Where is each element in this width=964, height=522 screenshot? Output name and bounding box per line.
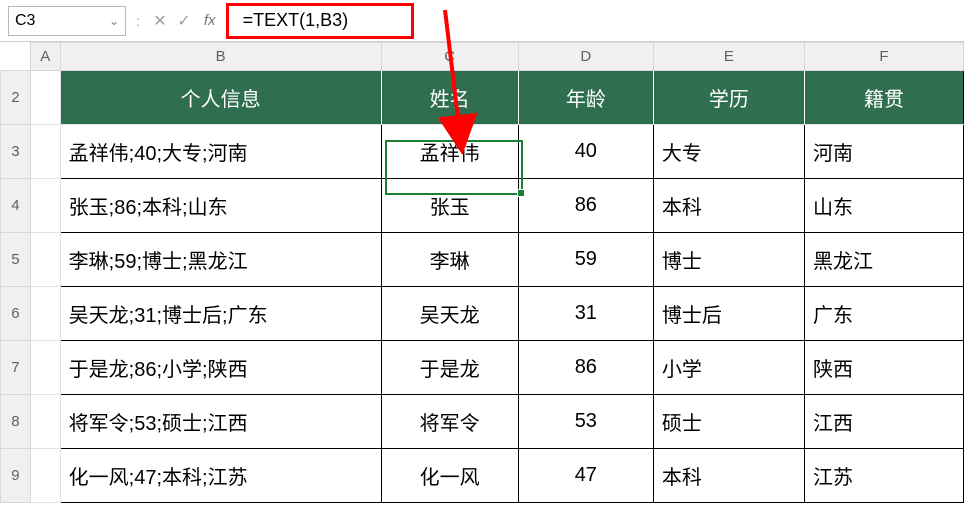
cell[interactable]: 江苏 [804, 449, 963, 503]
accept-icon[interactable]: ✓ [174, 11, 194, 31]
cell[interactable]: 小学 [653, 341, 804, 395]
cell[interactable] [30, 233, 60, 287]
cell[interactable]: 53 [518, 395, 653, 449]
table-row: 3 孟祥伟;40;大专;河南 孟祥伟 40 大专 河南 [1, 125, 964, 179]
header-cell[interactable]: 籍贯 [804, 71, 963, 125]
row-header[interactable]: 3 [1, 125, 31, 179]
row-header[interactable]: 8 [1, 395, 31, 449]
cell[interactable]: 化一风 [381, 449, 518, 503]
cell[interactable]: 河南 [804, 125, 963, 179]
cell[interactable]: 张玉;86;本科;山东 [60, 179, 381, 233]
cell[interactable]: 硕士 [653, 395, 804, 449]
cell[interactable]: 山东 [804, 179, 963, 233]
cell[interactable]: 86 [518, 341, 653, 395]
cell[interactable] [30, 71, 60, 125]
row-header[interactable]: 7 [1, 341, 31, 395]
col-header[interactable]: D [518, 43, 653, 71]
spreadsheet-table[interactable]: A B C D E F 2 个人信息 姓名 年龄 学历 籍贯 3 孟祥伟;40;… [0, 42, 964, 503]
row-header[interactable]: 4 [1, 179, 31, 233]
table-row: 7 于是龙;86;小学;陕西 于是龙 86 小学 陕西 [1, 341, 964, 395]
cell[interactable]: 化一风;47;本科;江苏 [60, 449, 381, 503]
cell[interactable]: 大专 [653, 125, 804, 179]
header-cell[interactable]: 个人信息 [60, 71, 381, 125]
cell[interactable]: 张玉 [381, 179, 518, 233]
header-cell[interactable]: 学历 [653, 71, 804, 125]
cell[interactable]: 黑龙江 [804, 233, 963, 287]
col-header[interactable]: F [804, 43, 963, 71]
header-cell[interactable]: 年龄 [518, 71, 653, 125]
cell-active[interactable]: 孟祥伟 [381, 125, 518, 179]
cell[interactable]: 博士 [653, 233, 804, 287]
row-header[interactable]: 6 [1, 287, 31, 341]
formula-bar: C3 ⌄ : ✕ ✓ fx =TEXT(1,B3) [0, 0, 964, 42]
cell[interactable]: 李琳;59;博士;黑龙江 [60, 233, 381, 287]
row-header[interactable]: 5 [1, 233, 31, 287]
cell[interactable]: 广东 [804, 287, 963, 341]
cell[interactable] [30, 449, 60, 503]
cell[interactable]: 59 [518, 233, 653, 287]
grid-area: A B C D E F 2 个人信息 姓名 年龄 学历 籍贯 3 孟祥伟;40;… [0, 42, 964, 503]
cell[interactable] [30, 341, 60, 395]
col-header[interactable]: E [653, 43, 804, 71]
cell[interactable]: 47 [518, 449, 653, 503]
row-header[interactable]: 2 [1, 71, 31, 125]
table-row: 9 化一风;47;本科;江苏 化一风 47 本科 江苏 [1, 449, 964, 503]
table-row: 4 张玉;86;本科;山东 张玉 86 本科 山东 [1, 179, 964, 233]
cell[interactable]: 本科 [653, 449, 804, 503]
cell[interactable]: 江西 [804, 395, 963, 449]
table-row: 6 吴天龙;31;博士后;广东 吴天龙 31 博士后 广东 [1, 287, 964, 341]
fx-icon[interactable]: fx [204, 12, 216, 29]
separator: : [136, 13, 140, 29]
col-header[interactable]: C [381, 43, 518, 71]
cell[interactable]: 吴天龙;31;博士后;广东 [60, 287, 381, 341]
cell[interactable]: 40 [518, 125, 653, 179]
cell[interactable]: 本科 [653, 179, 804, 233]
name-box-value: C3 [15, 12, 35, 30]
cell[interactable]: 吴天龙 [381, 287, 518, 341]
cell[interactable]: 孟祥伟;40;大专;河南 [60, 125, 381, 179]
cell[interactable] [30, 395, 60, 449]
formula-text: =TEXT(1,B3) [243, 10, 349, 31]
header-cell[interactable]: 姓名 [381, 71, 518, 125]
chevron-down-icon: ⌄ [109, 14, 119, 28]
name-box[interactable]: C3 ⌄ [8, 6, 126, 36]
cell[interactable]: 将军令;53;硕士;江西 [60, 395, 381, 449]
cell[interactable] [30, 287, 60, 341]
cell[interactable]: 于是龙 [381, 341, 518, 395]
cancel-icon[interactable]: ✕ [150, 11, 170, 31]
cell[interactable]: 于是龙;86;小学;陕西 [60, 341, 381, 395]
table-row: 5 李琳;59;博士;黑龙江 李琳 59 博士 黑龙江 [1, 233, 964, 287]
col-header[interactable]: B [60, 43, 381, 71]
cell[interactable]: 李琳 [381, 233, 518, 287]
formula-input[interactable]: =TEXT(1,B3) [226, 3, 414, 39]
cell[interactable] [30, 125, 60, 179]
cell[interactable]: 将军令 [381, 395, 518, 449]
row-header[interactable]: 9 [1, 449, 31, 503]
cell[interactable] [30, 179, 60, 233]
cell[interactable]: 31 [518, 287, 653, 341]
cell[interactable]: 86 [518, 179, 653, 233]
table-row: 8 将军令;53;硕士;江西 将军令 53 硕士 江西 [1, 395, 964, 449]
cell[interactable]: 博士后 [653, 287, 804, 341]
column-header-row: A B C D E F [1, 43, 964, 71]
cell[interactable]: 陕西 [804, 341, 963, 395]
col-header[interactable]: A [30, 43, 60, 71]
